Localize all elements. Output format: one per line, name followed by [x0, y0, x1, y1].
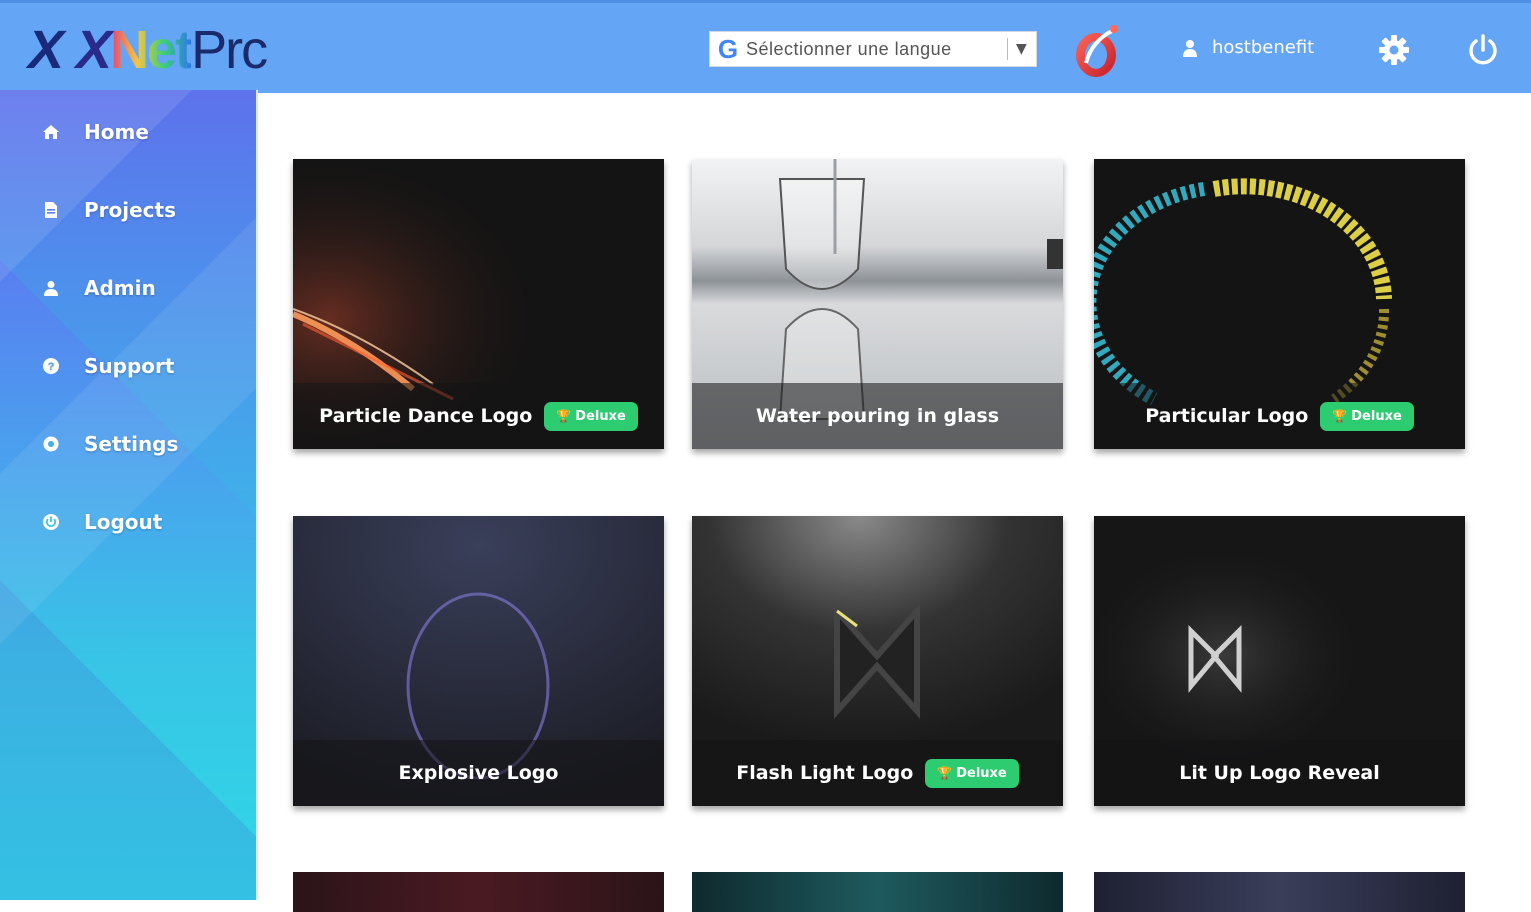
logo-mark: X [28, 20, 64, 80]
card-title: Flash Light Logo [736, 762, 914, 784]
home-icon [40, 121, 62, 143]
deluxe-badge: 🏆 Deluxe [544, 401, 638, 431]
trophy-icon: 🏆 [1332, 409, 1348, 423]
chevron-down-icon: ▼ [1016, 41, 1027, 57]
template-card[interactable]: Explosive Logo [293, 516, 664, 806]
card-title: Explosive Logo [398, 762, 559, 784]
google-icon: G [717, 33, 739, 64]
help-icon: ? [40, 355, 62, 377]
language-selector-label: Sélectionner une langue [746, 38, 952, 59]
trophy-icon: 🏆 [556, 409, 572, 423]
template-card[interactable]: Particle Dance Logo 🏆 Deluxe [293, 159, 664, 449]
logo-net-text: Net [110, 20, 193, 80]
power-icon[interactable] [1466, 33, 1500, 67]
sidebar-item-label: Home [84, 120, 149, 144]
language-selector[interactable]: G Sélectionner une langue ▼ [709, 31, 1037, 67]
gear-icon [40, 433, 62, 455]
deluxe-badge: 🏆 Deluxe [1320, 401, 1414, 431]
user-icon [1183, 39, 1197, 57]
app-logo[interactable]: X X Net Prc [28, 17, 268, 83]
template-card[interactable]: Flash Light Logo 🏆 Deluxe [692, 516, 1063, 806]
divider [1007, 38, 1008, 60]
template-card[interactable]: Particular Logo 🏆 Deluxe [1094, 159, 1465, 449]
card-title: Lit Up Logo Reveal [1179, 762, 1380, 784]
user-menu[interactable]: hostbenefit [1182, 37, 1314, 58]
username: hostbenefit [1212, 37, 1315, 58]
sidebar-item-projects[interactable]: Projects [40, 198, 176, 222]
sidebar-item-logout[interactable]: Logout [40, 510, 162, 534]
sidebar-item-label: Support [84, 354, 175, 378]
template-card[interactable]: Water pouring in glass [692, 159, 1063, 449]
card-caption: Explosive Logo [293, 740, 664, 806]
card-caption: Particle Dance Logo 🏆 Deluxe [293, 383, 664, 449]
trophy-icon: 🏆 [937, 766, 953, 780]
sidebar-item-label: Admin [84, 276, 156, 300]
sidebar-item-label: Settings [84, 432, 179, 456]
template-card[interactable] [293, 872, 664, 912]
top-header: X X Net Prc G Sélectionner une langue ▼ … [0, 0, 1531, 93]
user-icon [40, 277, 62, 299]
template-card[interactable] [1094, 872, 1465, 912]
sidebar: Home Projects Admin ? Support Settings L… [0, 90, 258, 900]
file-icon [40, 199, 62, 221]
template-card[interactable]: Lit Up Logo Reveal [1094, 516, 1465, 806]
power-icon [40, 511, 62, 533]
sidebar-item-settings[interactable]: Settings [40, 432, 178, 456]
sidebar-item-label: Projects [84, 198, 177, 222]
logo-mark-2: X [76, 20, 112, 80]
logo-pro-text: Prc [191, 20, 268, 80]
card-title: Particle Dance Logo [319, 405, 533, 427]
card-title: Water pouring in glass [755, 405, 1000, 427]
sidebar-item-support[interactable]: ? Support [40, 354, 174, 378]
sidebar-item-admin[interactable]: Admin [40, 276, 156, 300]
svg-text:?: ? [48, 361, 55, 373]
card-caption: Lit Up Logo Reveal [1094, 740, 1465, 806]
template-card[interactable] [692, 872, 1063, 912]
card-caption: Flash Light Logo 🏆 Deluxe [692, 740, 1063, 806]
card-caption: Particular Logo 🏆 Deluxe [1094, 383, 1465, 449]
gear-icon[interactable] [1378, 34, 1410, 66]
card-caption: Water pouring in glass [692, 383, 1063, 449]
brand-emblem-icon[interactable] [1072, 23, 1122, 81]
sidebar-item-home[interactable]: Home [40, 120, 149, 144]
card-title: Particular Logo [1145, 405, 1309, 427]
deluxe-badge: 🏆 Deluxe [925, 758, 1019, 788]
sidebar-item-label: Logout [84, 510, 163, 534]
